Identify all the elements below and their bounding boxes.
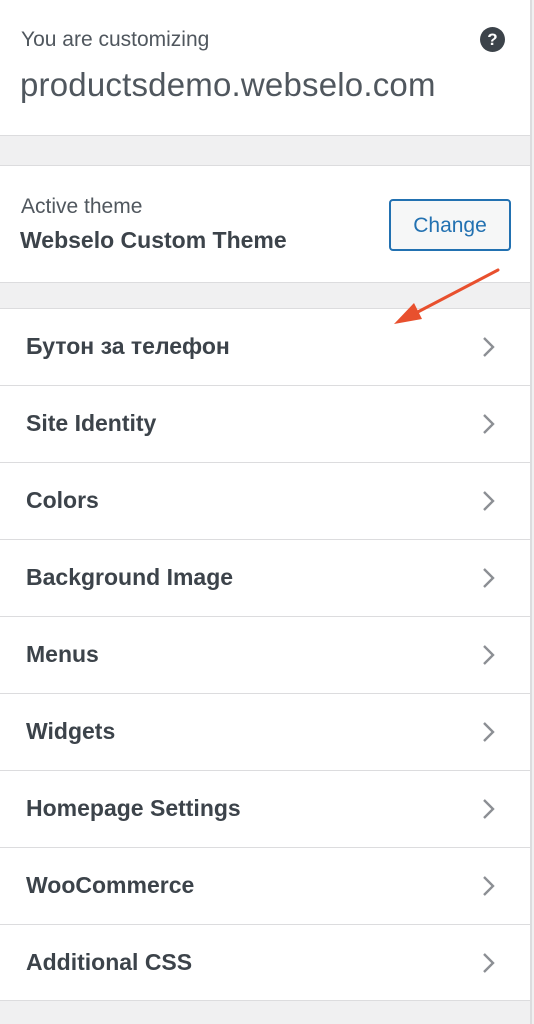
chevron-right-icon — [483, 414, 495, 434]
section-widgets[interactable]: Widgets — [0, 693, 530, 770]
section-label: Colors — [26, 487, 99, 513]
section-label: Бутон за телефон — [26, 333, 230, 359]
section-label: Homepage Settings — [26, 795, 241, 821]
active-theme-name: Webselo Custom Theme — [20, 227, 287, 253]
chevron-right-icon — [483, 953, 495, 973]
chevron-right-icon — [483, 337, 495, 357]
section-menus[interactable]: Menus — [0, 616, 530, 693]
section-colors[interactable]: Colors — [0, 462, 530, 539]
section-background-image[interactable]: Background Image — [0, 539, 530, 616]
section-homepage-settings[interactable]: Homepage Settings — [0, 770, 530, 847]
chevron-right-icon — [483, 645, 495, 665]
chevron-right-icon — [483, 491, 495, 511]
section-woocommerce[interactable]: WooCommerce — [0, 847, 530, 924]
active-theme-section: Active theme Webselo Custom Theme Change — [0, 165, 530, 283]
section-site-identity[interactable]: Site Identity — [0, 385, 530, 462]
section-phone-button[interactable]: Бутон за телефон — [0, 308, 530, 385]
section-label: WooCommerce — [26, 872, 195, 898]
customizer-header: You are customizing productsdemo.webselo… — [0, 0, 530, 136]
customizing-label: You are customizing — [21, 28, 210, 51]
section-additional-css[interactable]: Additional CSS — [0, 924, 530, 1001]
site-title: productsdemo.webselo.com — [20, 66, 436, 103]
chevron-right-icon — [483, 722, 495, 742]
help-icon[interactable]: ? — [480, 27, 505, 52]
section-label: Site Identity — [26, 410, 157, 436]
customizer-panel: You are customizing productsdemo.webselo… — [0, 0, 532, 1024]
chevron-right-icon — [483, 799, 495, 819]
section-label: Background Image — [26, 564, 234, 590]
section-label: Additional CSS — [26, 949, 193, 975]
chevron-right-icon — [483, 568, 495, 588]
active-theme-label: Active theme — [21, 195, 143, 218]
chevron-right-icon — [483, 876, 495, 896]
change-theme-button[interactable]: Change — [389, 199, 511, 251]
customizer-sections: Бутон за телефон Site Identity Colors Ba… — [0, 308, 530, 1001]
section-label: Widgets — [26, 718, 116, 744]
section-label: Menus — [26, 641, 99, 667]
